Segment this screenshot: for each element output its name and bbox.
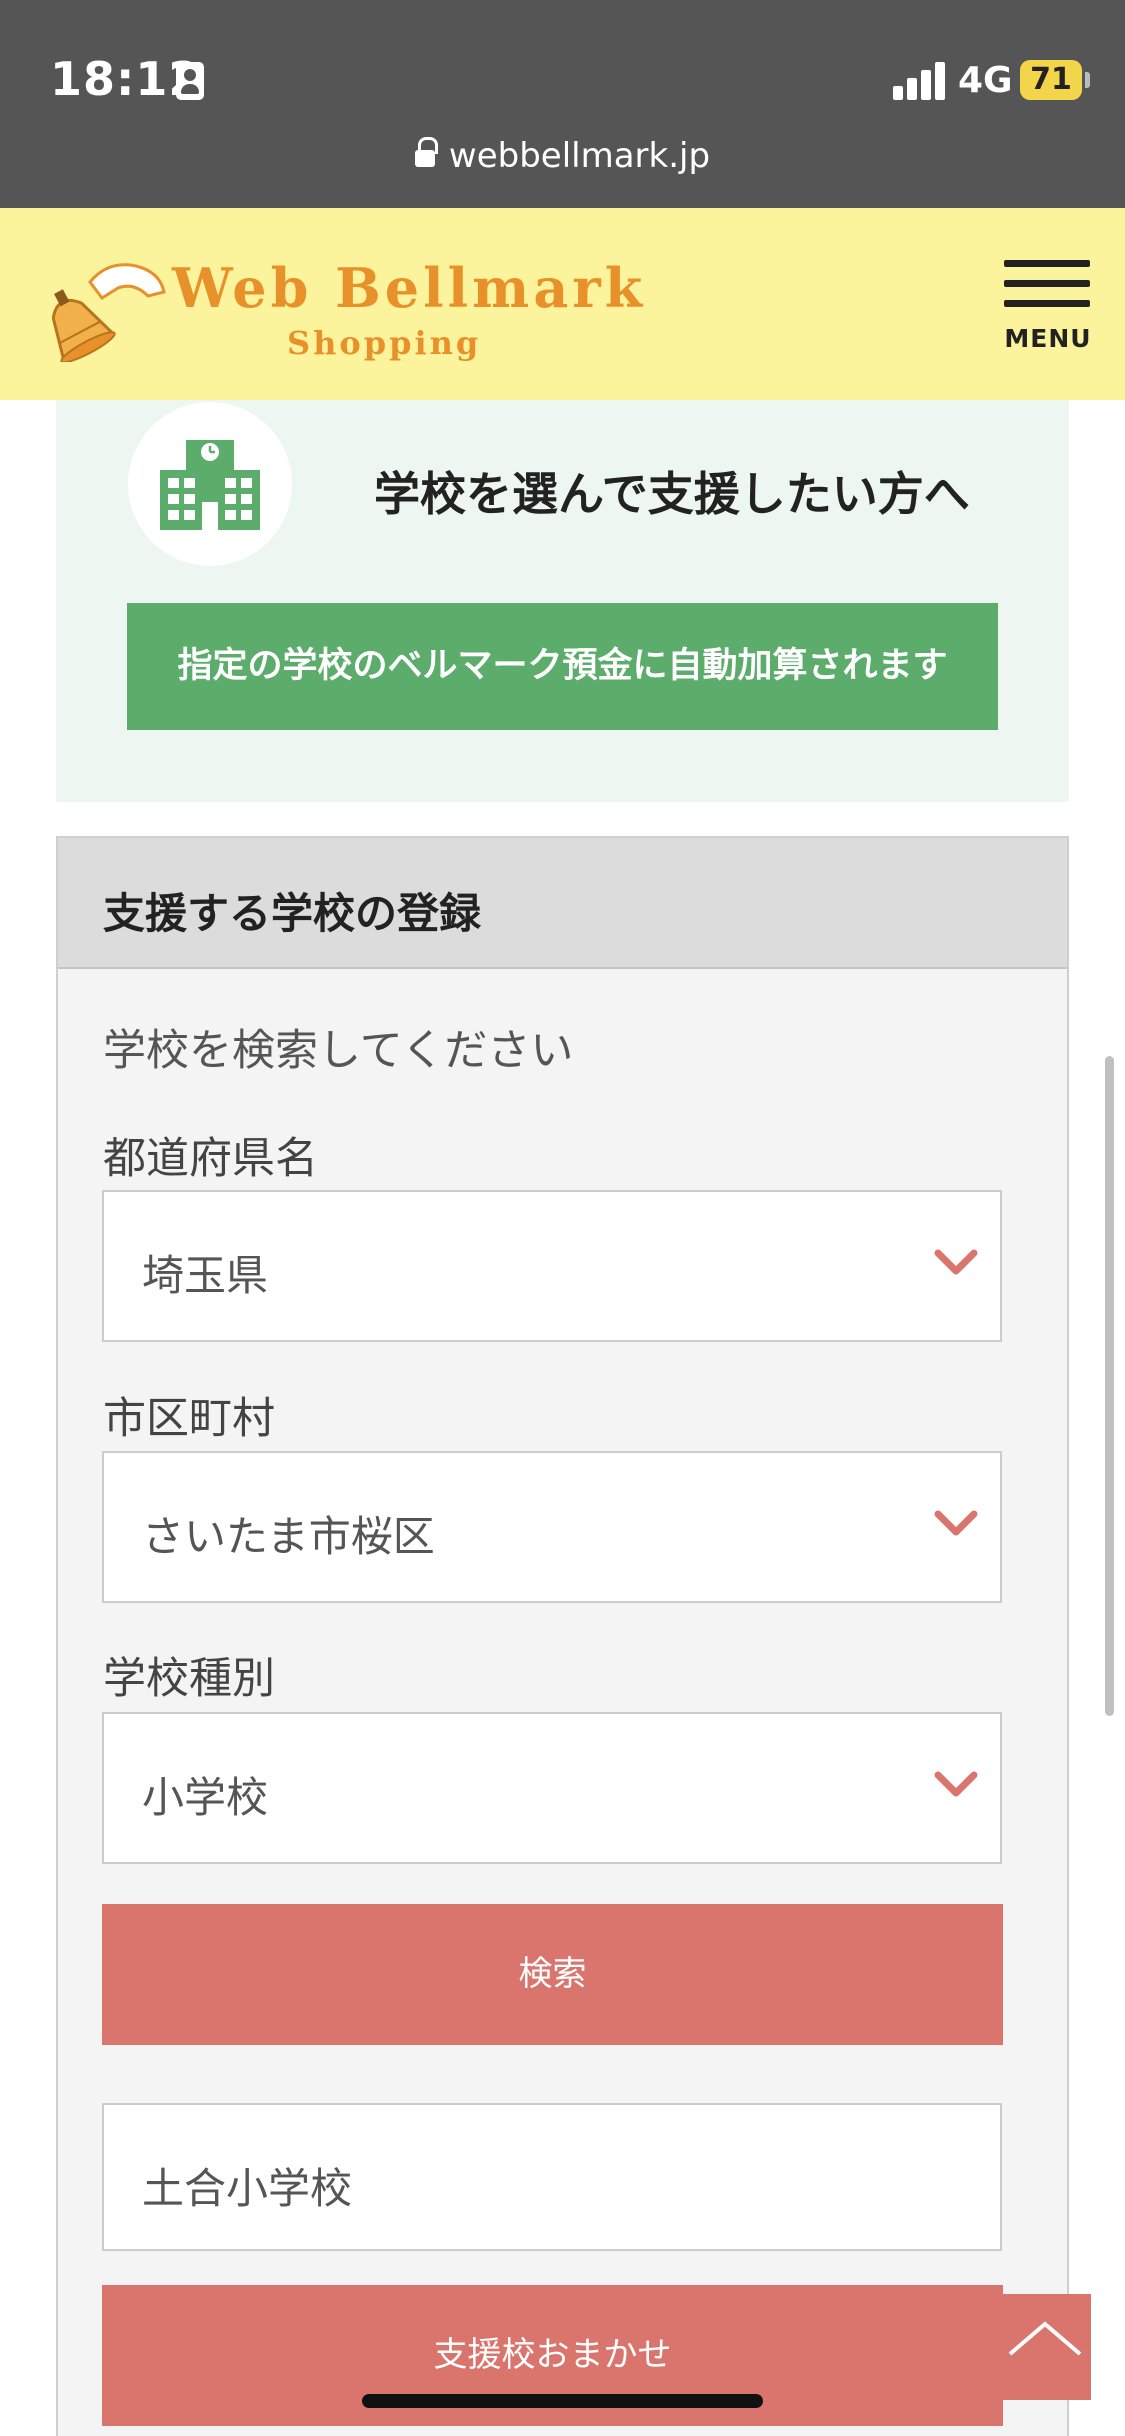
url-text: webbellmark.jp (448, 136, 711, 176)
bell-logo-icon[interactable] (28, 252, 168, 362)
school-name-value: 土合小学校 (142, 2164, 353, 2213)
chevron-down-icon (934, 1510, 978, 1536)
city-value: さいたま市桜区 (142, 1512, 435, 1561)
school-name-field[interactable]: 土合小学校 (102, 2103, 1002, 2251)
status-bar: 18:12 4G 71 webbellmark.jp (0, 0, 1125, 208)
brand-name: Web Bellmark (172, 256, 647, 320)
address-bar[interactable]: webbellmark.jp (0, 136, 1125, 176)
panel-title: 支援する学校の登録 (103, 889, 482, 938)
prefecture-label: 都道府県名 (103, 1134, 318, 1184)
site-header: Web Bellmark Shopping MENU (0, 208, 1125, 400)
prefecture-select[interactable]: 埼玉県 (102, 1190, 1002, 1342)
page-scrollbar[interactable] (1105, 1056, 1114, 1716)
network-type: 4G (958, 60, 1013, 101)
battery-level: 71 (1020, 60, 1082, 100)
school-icon-circle (128, 402, 292, 566)
back-to-top-button[interactable] (1000, 2294, 1091, 2400)
prefecture-value: 埼玉県 (142, 1251, 269, 1300)
brand-logo[interactable]: Web Bellmark Shopping (172, 256, 646, 362)
school-building-icon (160, 440, 260, 530)
intro-banner: 指定の学校のベルマーク預金に自動加算されます (127, 603, 998, 730)
home-indicator (362, 2394, 763, 2408)
chevron-down-icon (934, 1249, 978, 1275)
search-hint: 学校を検索してください (103, 1026, 574, 1076)
arrow-up-icon (1008, 2321, 1082, 2356)
school-registration-panel: 支援する学校の登録 学校を検索してください 都道府県名 埼玉県 市区町村 さいた… (56, 836, 1069, 2436)
lock-icon (414, 137, 438, 169)
support-intro-section: 学校を選んで支援したい方へ 指定の学校のベルマーク預金に自動加算されます (56, 400, 1069, 802)
panel-header: 支援する学校の登録 (58, 838, 1067, 969)
menu-button[interactable]: MENU (1002, 260, 1094, 360)
search-button[interactable]: 検索 (102, 1904, 1003, 2045)
brand-subtitle: Shopping (287, 324, 482, 362)
school-type-value: 小学校 (142, 1773, 269, 1822)
menu-label: MENU (1004, 324, 1092, 353)
id-card-icon (176, 62, 204, 100)
intro-title: 学校を選んで支援したい方へ (374, 467, 970, 521)
city-select[interactable]: さいたま市桜区 (102, 1451, 1002, 1603)
battery-tip (1085, 72, 1090, 88)
city-label: 市区町村 (103, 1394, 275, 1444)
school-type-label: 学校種別 (103, 1654, 275, 1704)
chevron-down-icon (934, 1771, 978, 1797)
cellular-signal-icon (893, 62, 945, 100)
school-type-select[interactable]: 小学校 (102, 1712, 1002, 1864)
